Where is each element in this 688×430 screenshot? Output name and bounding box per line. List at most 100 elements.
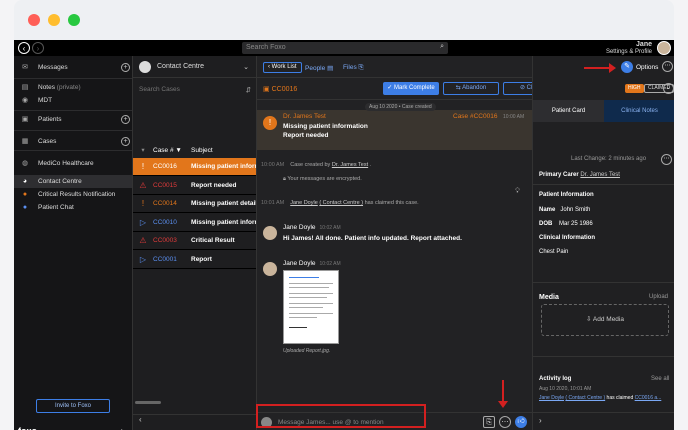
user-menu[interactable]: Jane Settings & Profile <box>606 41 652 56</box>
sender-avatar[interactable] <box>263 226 277 240</box>
options-label[interactable]: Options <box>636 64 658 71</box>
card-more-icon[interactable]: ⋯ <box>661 154 672 165</box>
case-row[interactable]: ▷ CC0001 Report <box>133 251 257 269</box>
chevron-down-icon[interactable]: ⌄ <box>243 63 249 71</box>
chat-icon: ● <box>22 204 28 211</box>
expand-panel-button[interactable]: › <box>539 416 542 425</box>
message-line: Missing patient information <box>283 123 368 130</box>
sidebar-item-cases[interactable]: ▦ Cases + <box>14 134 132 148</box>
search-icon[interactable]: ⌕ <box>440 43 444 51</box>
chevron-down-icon[interactable]: ⌄ <box>663 83 674 94</box>
add-media-dropzone[interactable]: ⇩ Add Media <box>541 304 669 336</box>
alert-icon: ● <box>22 191 28 198</box>
activity-org-link[interactable]: ( Contact Centre ) <box>565 395 605 401</box>
tab-patient-card[interactable]: Patient Card <box>533 100 604 122</box>
case-row[interactable]: ! CC0014 Missing patient details <box>133 195 257 213</box>
search-placeholder: Search Foxo <box>246 44 286 51</box>
column-subject[interactable]: Subject <box>191 147 213 154</box>
maximize-window-button[interactable] <box>68 14 80 26</box>
add-case-icon[interactable]: + <box>121 136 130 146</box>
patient-side-panel: HIGH CLAIMED ⌄ Patient Card Clinical Not… <box>532 56 674 430</box>
forward-nav-button[interactable]: › <box>32 42 44 54</box>
doc-line <box>289 277 319 278</box>
user-avatar[interactable] <box>657 41 671 55</box>
tab-clinical-notes[interactable]: Clinical Notes <box>604 100 674 122</box>
private-label: (private) <box>56 83 81 91</box>
status-icon: ▷ <box>139 217 147 227</box>
activity-user-link[interactable]: Jane Doyle <box>539 395 564 401</box>
close-window-button[interactable] <box>28 14 40 26</box>
case-row[interactable]: ! CC0016 Missing patient inform... <box>133 158 257 176</box>
sidebar-item-critical-results[interactable]: ● Critical Results Notification <box>14 188 132 201</box>
work-list-button[interactable]: ‹ Work List <box>263 62 302 73</box>
case-list-title: Contact Centre <box>157 63 205 70</box>
options-more-icon[interactable]: ⋯ <box>662 61 673 72</box>
sidebar-item-mdt[interactable]: ◉ MDT <box>14 93 132 107</box>
template-icon[interactable]: ⎘ <box>483 416 495 428</box>
column-case-number[interactable]: Case # ▼ <box>153 147 191 154</box>
activity-time: Aug 10 2020, 10:01 AM <box>539 386 592 392</box>
case-subject: Missing patient inform... <box>191 163 257 170</box>
minimize-window-button[interactable] <box>48 14 60 26</box>
sidebar-item-label: Patient Chat <box>38 204 74 211</box>
report-attachment-thumbnail[interactable] <box>283 270 339 344</box>
sidebar-org[interactable]: ◍ MediCo Healthcare <box>14 156 132 170</box>
case-number: CC0015 <box>153 181 177 189</box>
mark-complete-button[interactable]: ✓ Mark Complete <box>383 82 439 95</box>
upload-link[interactable]: Upload <box>649 294 668 300</box>
sidebar-item-contact-centre[interactable]: ◕ Contact Centre <box>14 175 132 188</box>
message-thread[interactable]: ! Dr. James Test Case #CC0016 10:00 AM M… <box>257 100 533 412</box>
sender-name[interactable]: Jane Doyle <box>283 260 316 267</box>
case-opening-message[interactable]: ! Dr. James Test Case #CC0016 10:00 AM M… <box>257 110 533 150</box>
message-header: Jane Doyle 10:02 AM <box>283 224 341 231</box>
activity-case-link[interactable]: CC0016 a... <box>635 395 662 401</box>
system-text: Case created by <box>290 162 331 168</box>
sidebar-item-messages[interactable]: ✉ Messages + <box>14 60 132 74</box>
user-link[interactable]: Jane Doyle <box>290 200 318 206</box>
activity-text: has claimed <box>606 395 634 401</box>
case-search-input[interactable]: Search Cases ⇵ <box>139 86 251 94</box>
primary-carer-link[interactable]: Dr. James Test <box>580 172 620 178</box>
files-link[interactable]: Files ⎘ <box>343 64 364 72</box>
chevron-left-icon[interactable]: ‹ <box>139 415 142 424</box>
case-list-header[interactable]: Contact Centre ⌄ <box>133 56 257 78</box>
add-message-icon[interactable]: + <box>121 62 130 72</box>
user-link[interactable]: Dr. James Test <box>332 162 368 168</box>
see-all-link[interactable]: See all <box>651 376 669 382</box>
add-patient-icon[interactable]: + <box>121 114 130 124</box>
case-row[interactable]: ▷ CC0010 Missing patient inform... <box>133 214 257 232</box>
doc-line <box>289 283 333 284</box>
divider <box>14 130 132 131</box>
invite-button[interactable]: Invite to Foxo <box>36 399 110 413</box>
message-line: Report needed <box>283 132 329 139</box>
sidebar-item-patients[interactable]: ▣ Patients + <box>14 112 132 126</box>
sender-name[interactable]: Dr. James Test <box>283 113 326 120</box>
horizontal-scrollbar[interactable] <box>135 401 161 404</box>
org-link[interactable]: ( Contact Centre ) <box>319 200 363 206</box>
sender-avatar[interactable] <box>263 262 277 276</box>
edit-pencil-icon[interactable]: ✎ <box>621 61 633 73</box>
case-row[interactable]: ⚠ CC0015 Report needed <box>133 177 257 195</box>
case-row[interactable]: ⚠ CC0003 Critical Result <box>133 232 257 250</box>
chevron-left-icon: ‹ <box>22 43 26 53</box>
people-link[interactable]: People ▤ <box>305 64 333 72</box>
thumbs-up-icon[interactable]: 👍︎ <box>515 416 527 428</box>
collapse-sidebar-button[interactable]: ‹ <box>120 426 123 430</box>
conversation-toolbar: ‹ Work List People ▤ Files ⎘ <box>257 56 533 78</box>
more-options-icon[interactable]: ⋯ <box>499 416 511 428</box>
status-column-icon: ▾ <box>141 147 145 154</box>
lightbulb-icon[interactable]: 💡︎ <box>515 188 520 196</box>
back-nav-button[interactable]: ‹ <box>18 42 30 54</box>
sidebar-item-notes[interactable]: ▤ Notes (private) <box>14 80 132 94</box>
sender-name[interactable]: Jane Doyle <box>283 224 316 231</box>
abandon-button[interactable]: ⇆ Abandon <box>443 82 499 95</box>
system-text: . <box>369 162 372 168</box>
sidebar-item-patient-chat[interactable]: ● Patient Chat <box>14 201 132 214</box>
case-number: CC0010 <box>153 218 177 226</box>
divider <box>533 412 674 413</box>
case-subject: Critical Result <box>191 237 235 244</box>
global-search-input[interactable]: Search Foxo ⌕ <box>242 42 448 54</box>
case-subject: Report <box>191 255 212 263</box>
filter-icon[interactable]: ⇵ <box>246 86 251 94</box>
case-list-columns: ▾ Case # ▼ Subject <box>133 144 257 156</box>
